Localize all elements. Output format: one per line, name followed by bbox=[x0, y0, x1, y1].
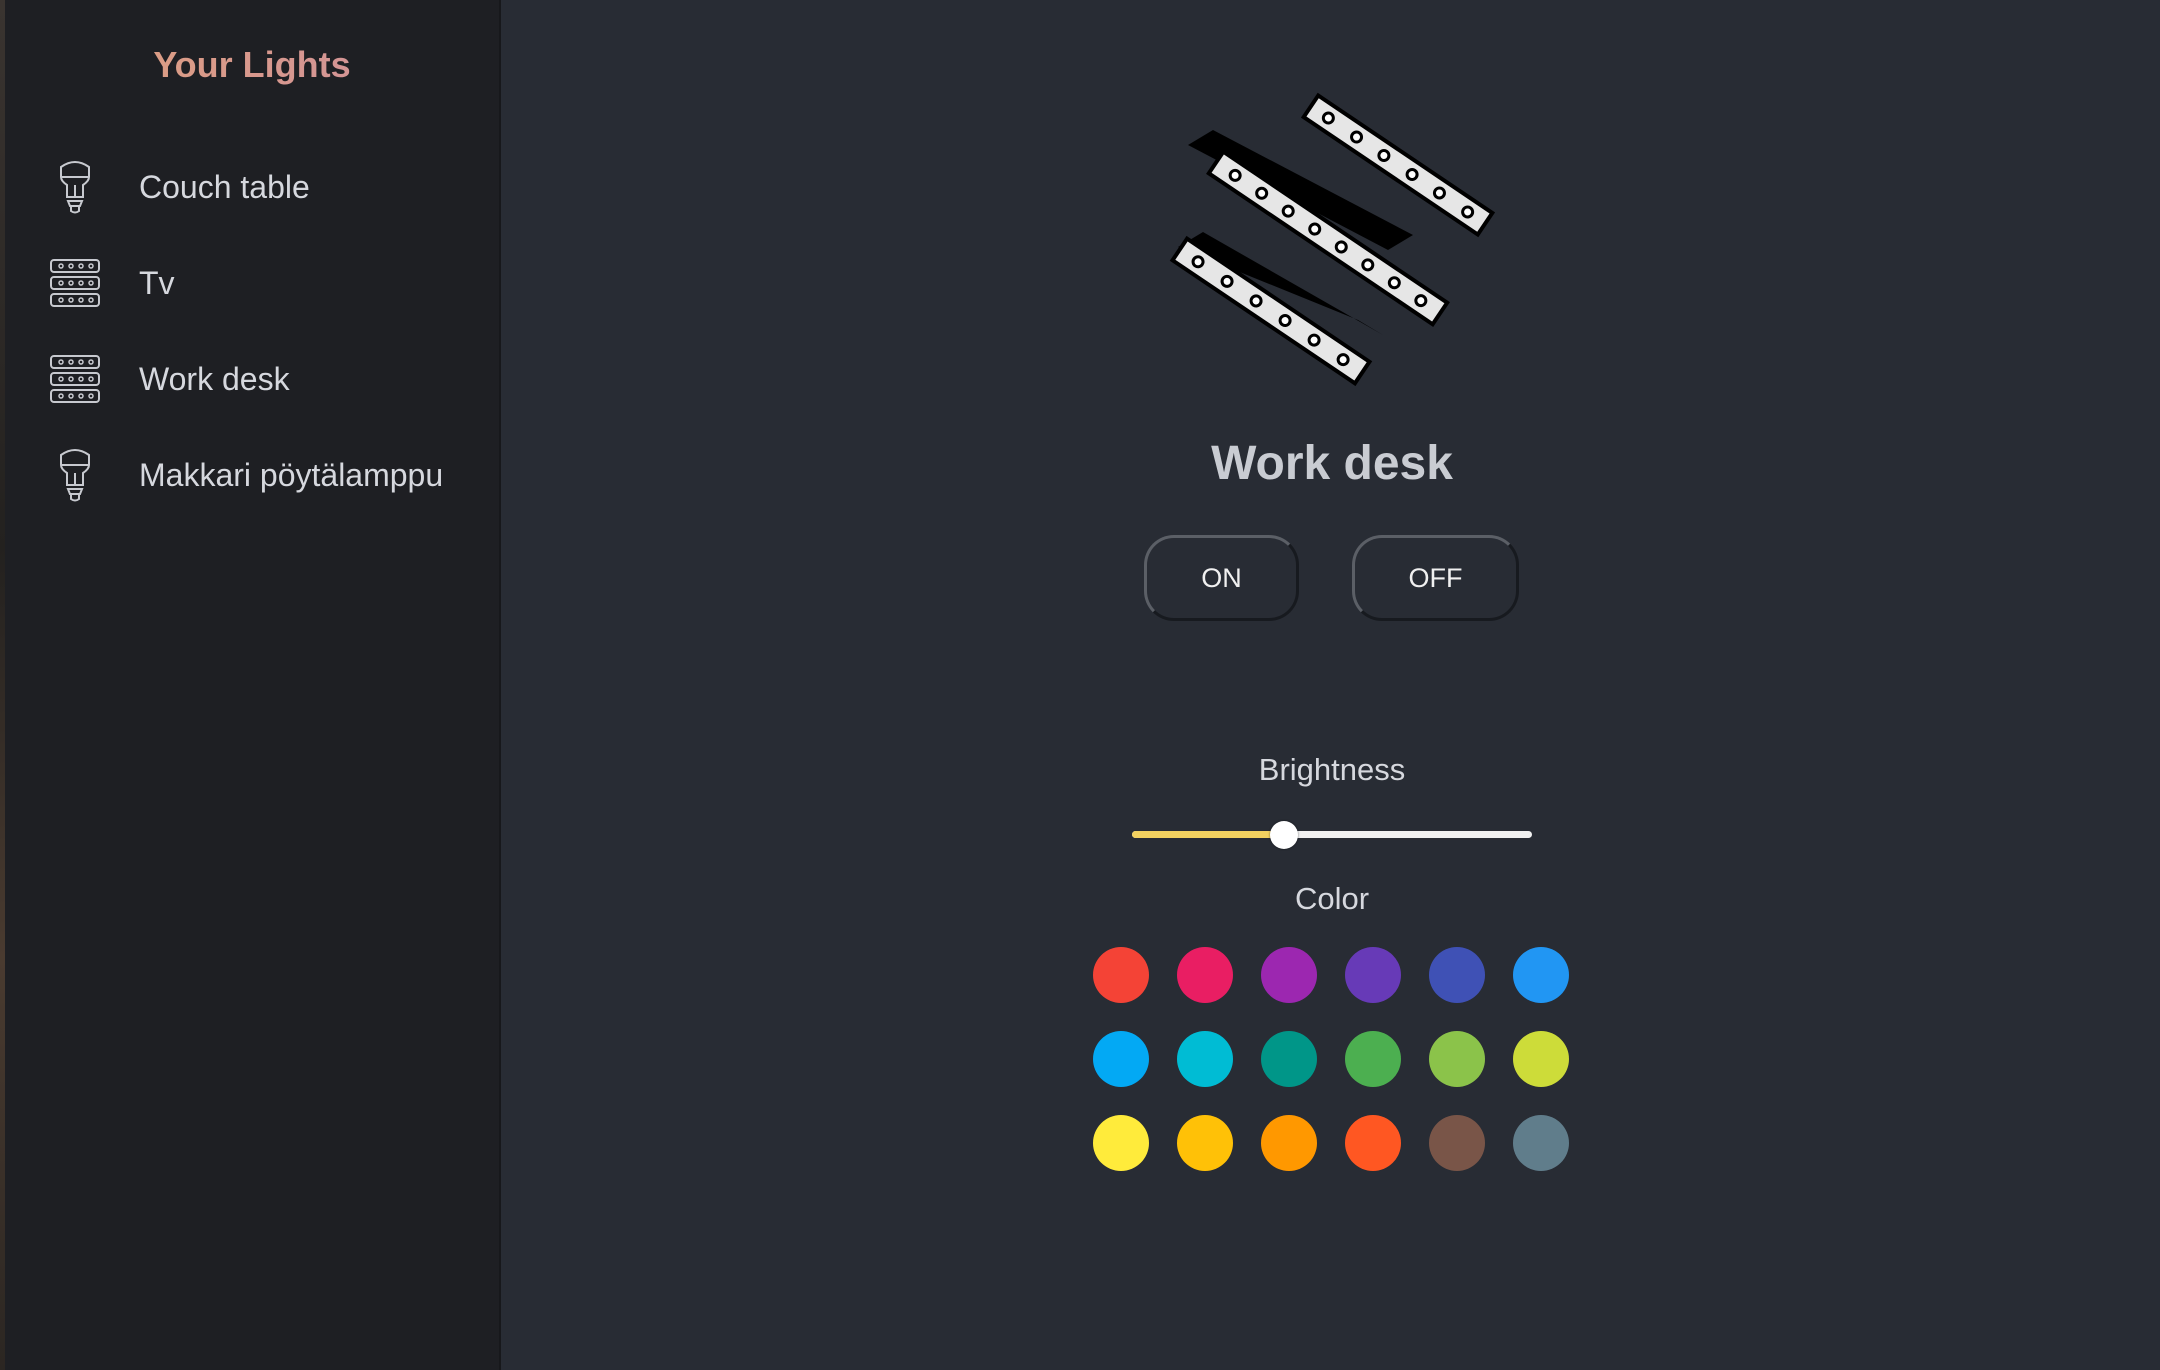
color-swatch[interactable] bbox=[1345, 947, 1401, 1003]
brightness-slider[interactable] bbox=[1132, 821, 1532, 849]
brightness-label: Brightness bbox=[1258, 752, 1406, 787]
color-label: Color bbox=[1294, 881, 1370, 916]
color-swatch[interactable] bbox=[1093, 1115, 1149, 1171]
sidebar-item-couch-table[interactable]: Couch table bbox=[5, 144, 499, 230]
color-swatch[interactable] bbox=[1177, 1115, 1233, 1171]
sidebar-item-label: Couch table bbox=[139, 168, 310, 205]
color-swatch[interactable] bbox=[1429, 1115, 1485, 1171]
slider-thumb[interactable] bbox=[1270, 821, 1298, 849]
sidebar-title: Your Lights bbox=[5, 44, 499, 86]
color-swatch[interactable] bbox=[1513, 947, 1569, 1003]
lightstrip-illustration bbox=[1158, 90, 1508, 400]
color-swatch[interactable] bbox=[1093, 1031, 1149, 1087]
color-swatch[interactable] bbox=[1513, 1031, 1569, 1087]
color-swatch[interactable] bbox=[1429, 1031, 1485, 1087]
device-name: Work desk bbox=[1211, 437, 1453, 490]
color-swatch[interactable] bbox=[1513, 1115, 1569, 1171]
color-swatch[interactable] bbox=[1429, 947, 1485, 1003]
sidebar-item-label: Makkari pöytälamppu bbox=[139, 456, 444, 493]
sidebar-item-work-desk[interactable]: Work desk bbox=[5, 336, 499, 422]
sidebar-item-label: Work desk bbox=[139, 360, 290, 397]
color-swatch[interactable] bbox=[1177, 947, 1233, 1003]
color-swatch[interactable] bbox=[1345, 1115, 1401, 1171]
sidebar: Your Lights Couch table Tv Work desk Mak… bbox=[5, 0, 501, 1370]
sidebar-item-tv[interactable]: Tv bbox=[5, 240, 499, 326]
bulb-icon bbox=[43, 443, 107, 507]
color-swatch[interactable] bbox=[1261, 947, 1317, 1003]
sidebar-item-label: Tv bbox=[139, 264, 175, 301]
off-button[interactable]: OFF bbox=[1352, 535, 1519, 621]
on-button[interactable]: ON bbox=[1144, 535, 1299, 621]
color-swatch[interactable] bbox=[1345, 1031, 1401, 1087]
color-swatch[interactable] bbox=[1261, 1031, 1317, 1087]
color-palette bbox=[1093, 947, 1571, 1175]
bulb-icon bbox=[43, 155, 107, 219]
color-swatch[interactable] bbox=[1177, 1031, 1233, 1087]
lightstrip-icon bbox=[43, 347, 107, 411]
sidebar-item-makkari-poytalamppu[interactable]: Makkari pöytälamppu bbox=[5, 432, 499, 518]
color-swatch[interactable] bbox=[1261, 1115, 1317, 1171]
color-swatch[interactable] bbox=[1093, 947, 1149, 1003]
lightstrip-icon bbox=[43, 251, 107, 315]
slider-fill bbox=[1132, 831, 1284, 838]
